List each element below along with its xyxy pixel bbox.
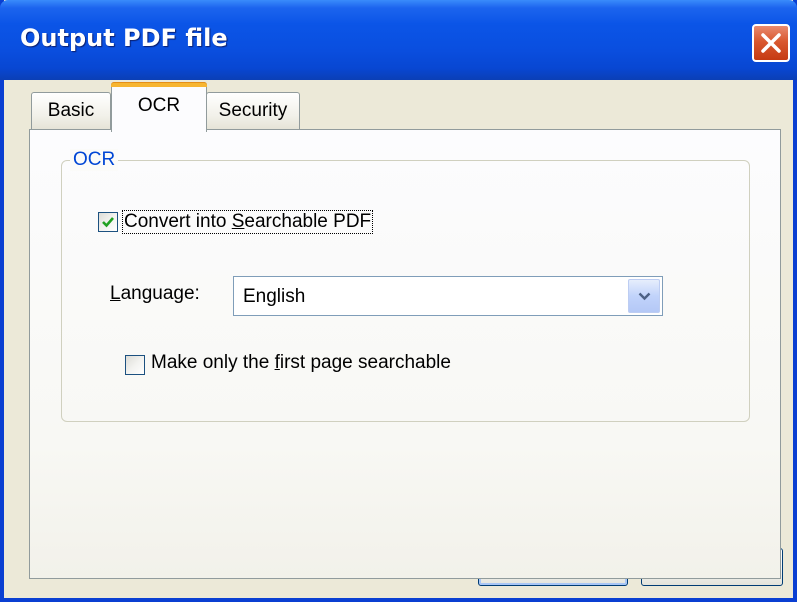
tab-security[interactable]: Security	[206, 92, 300, 130]
language-label: Language:	[110, 283, 200, 304]
tab-ocr[interactable]: OCR	[111, 82, 207, 132]
title-bar[interactable]: Output PDF file	[0, 0, 797, 80]
convert-searchable-label[interactable]: Convert into Searchable PDF	[122, 210, 374, 234]
ocr-group-label: OCR	[70, 149, 119, 171]
dialog-window: Output PDF file Basic OCR Security OCR C…	[0, 0, 797, 602]
first-page-only-checkbox[interactable]	[125, 355, 145, 375]
window-title: Output PDF file	[20, 24, 228, 52]
tab-panel-ocr: OCR Convert into Searchable PDF Language…	[29, 129, 781, 579]
close-x-icon	[761, 33, 781, 53]
close-button[interactable]	[752, 24, 790, 62]
checkmark-icon	[102, 217, 114, 228]
chevron-down-icon	[638, 292, 651, 301]
dialog-content: Basic OCR Security OCR Convert into Sear…	[4, 80, 793, 598]
first-page-only-label[interactable]: Make only the first page searchable	[151, 352, 451, 374]
language-dropdown-button[interactable]	[628, 279, 660, 313]
language-select[interactable]: English	[233, 276, 663, 316]
language-select-value: English	[243, 286, 306, 307]
convert-searchable-checkbox[interactable]	[98, 212, 118, 232]
tab-basic[interactable]: Basic	[31, 92, 111, 130]
